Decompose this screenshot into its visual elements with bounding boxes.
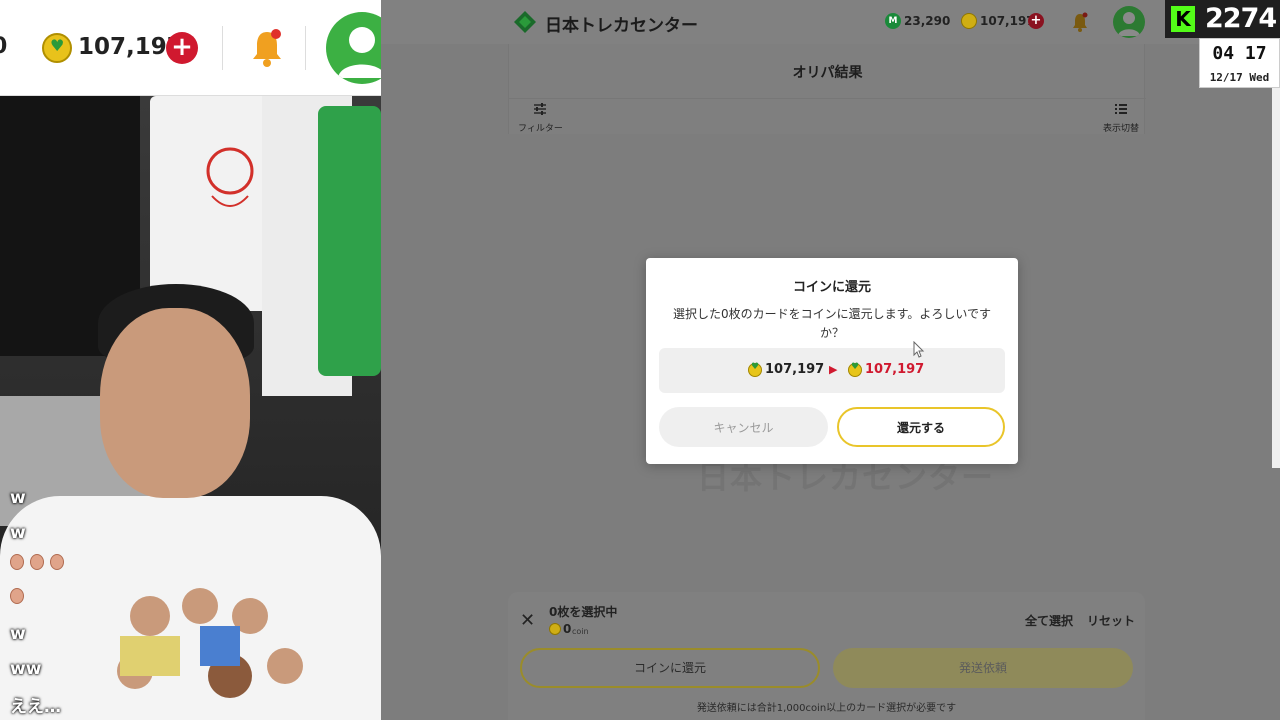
divider — [509, 98, 1146, 99]
heart-coin-icon — [748, 362, 762, 377]
selection-bar: ✕ 0枚を選択中 0 coin 全て選択 リセット コインに還元 発送依頼 発送… — [508, 592, 1145, 720]
page-title: オリパ結果 — [792, 65, 863, 81]
chat-line: w — [10, 624, 26, 644]
site-title[interactable]: 日本トレカセンター — [545, 11, 698, 36]
chat-line: w — [10, 523, 26, 543]
user-avatar-icon[interactable] — [1113, 6, 1145, 38]
overlay-edge — [1272, 88, 1280, 468]
selected-coin-value: 0 — [563, 622, 572, 636]
clock-overlay: 04 17 12/17 Wed — [1199, 38, 1280, 88]
zoomed-add-coin-button[interactable]: + — [166, 32, 198, 64]
kick-logo-icon: K — [1171, 6, 1195, 32]
view-toggle-button[interactable]: 表示切替 — [1103, 102, 1139, 134]
mouse-cursor-icon — [913, 340, 925, 363]
sliders-icon — [518, 102, 563, 119]
coin-unit: coin — [572, 627, 589, 636]
dialog-title: コインに還元 — [792, 280, 871, 295]
current-coin-amount: 107,197 — [765, 362, 825, 377]
coin-amount: 107,197 — [980, 14, 1035, 28]
point-amount: 23,290 — [904, 14, 951, 28]
arrow-right-icon: ▶ — [829, 363, 838, 376]
face-emote-icon — [50, 554, 64, 570]
site-logo-icon[interactable] — [513, 10, 537, 34]
green-jersey-image — [318, 106, 381, 376]
coin-change-box: 107,197 ▶ 107,197 — [659, 348, 1005, 393]
clock-date: 12/17 Wed — [1209, 71, 1270, 84]
face-emote-icon — [30, 554, 44, 570]
chat-emote-line — [10, 588, 30, 609]
user-avatar-icon[interactable] — [326, 12, 381, 84]
site-header: 日本トレカセンター M 23,290 107,197 + — [381, 0, 1280, 44]
zoomed-header: 0 107,197 + — [0, 0, 381, 96]
webcam-panel: 0 107,197 + — [0, 0, 381, 720]
chat-line: ww — [10, 659, 42, 679]
bell-icon[interactable] — [1071, 12, 1089, 36]
bell-icon[interactable] — [250, 28, 284, 72]
divider — [222, 26, 223, 70]
clock-time: 04 17 — [1212, 43, 1267, 64]
coin-icon — [961, 13, 977, 29]
list-icon — [1103, 102, 1139, 119]
white-shirt-image — [150, 96, 270, 311]
cancel-button[interactable]: キャンセル — [659, 407, 828, 447]
chat-line: ええ… — [10, 697, 61, 717]
shipping-note: 発送依頼には合計1,000coin以上のカード選択が必要です — [696, 703, 957, 714]
face-emote-icon — [10, 554, 24, 570]
dialog-message: 選択した0枚のカードをコインに還元します。よろしいですか？ — [672, 307, 992, 340]
zoomed-cut-text: 0 — [0, 34, 7, 59]
heart-coin-icon — [848, 362, 862, 377]
convert-to-coin-button[interactable]: コインに還元 — [520, 648, 820, 688]
convert-coin-dialog: コインに還元 選択した0枚のカードをコインに還元します。よろしいですか？ 107… — [646, 258, 1018, 464]
selected-count: 0枚を選択中 — [549, 605, 618, 619]
streamer-face-image — [100, 308, 250, 498]
viewer-count: 2274 — [1205, 3, 1277, 34]
point-icon: M — [885, 13, 901, 29]
webcam-feed — [0, 96, 381, 720]
reset-button[interactable]: リセット — [1087, 612, 1135, 629]
results-panel: オリパ結果 フィルター 表示切替 — [508, 44, 1146, 134]
streamer-body-image — [0, 496, 381, 720]
coin-icon — [549, 623, 561, 635]
close-selection-button[interactable]: ✕ — [520, 610, 535, 631]
confirm-convert-button[interactable]: 還元する — [837, 407, 1005, 447]
viewer-count-overlay: K 2274 — [1165, 0, 1280, 38]
chat-line: w — [10, 488, 26, 508]
filter-button[interactable]: フィルター — [518, 102, 563, 134]
shipping-request-button[interactable]: 発送依頼 — [833, 648, 1133, 688]
select-all-button[interactable]: 全て選択 — [1025, 612, 1073, 629]
heart-coin-icon — [42, 33, 72, 63]
divider — [305, 26, 306, 70]
face-emote-icon — [10, 588, 24, 604]
new-coin-amount: 107,197 — [865, 362, 925, 377]
add-coin-button[interactable]: + — [1028, 13, 1044, 29]
view-toggle-label: 表示切替 — [1103, 124, 1140, 134]
chat-emote-line — [10, 554, 70, 575]
filter-label: フィルター — [518, 124, 563, 134]
